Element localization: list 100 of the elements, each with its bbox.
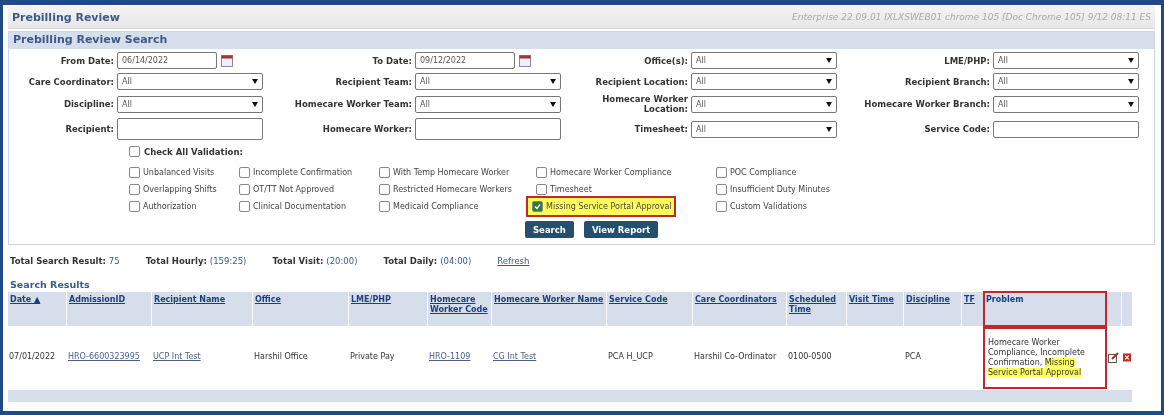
calendar-icon[interactable] (519, 54, 531, 67)
validation-checkbox[interactable]: Unbalanced Visits (129, 167, 215, 178)
field-label: Recipient: (64, 124, 114, 134)
field-label: Homecare Worker Team: (293, 99, 412, 109)
total-summary: Total Search Result: 75 (10, 256, 120, 266)
column-sort-link[interactable]: Scheduled Time (789, 295, 844, 315)
delete-icon[interactable] (1123, 351, 1131, 363)
total-summary: Total Hourly: (159:25) (145, 256, 247, 266)
validation-checkbox[interactable]: Medicaid Compliance (379, 201, 479, 212)
field-label: Recipient Team: (334, 76, 412, 87)
validation-checkbox[interactable]: Clinical Documentation (239, 201, 347, 212)
dropdown-arrow-icon (826, 126, 832, 132)
date-field[interactable]: 09/12/2022 (415, 52, 515, 69)
dropdown-arrow-icon (252, 101, 258, 107)
table-link[interactable]: HRO-1109 (429, 352, 471, 362)
edit-icon[interactable] (1108, 351, 1119, 363)
highlighted-checkbox[interactable]: Missing Service Portal Approval (528, 198, 674, 215)
column-sort-link[interactable]: Recipient Name (154, 295, 250, 305)
validation-checkbox[interactable]: Homecare Worker Compliance (536, 167, 672, 178)
table-cell-text: 0100-0500 (787, 351, 833, 363)
dropdown[interactable]: All (993, 95, 1139, 113)
header-background (1122, 292, 1132, 326)
field-label: From Date: (59, 55, 114, 66)
text-field[interactable] (993, 120, 1139, 138)
version-text: Enterprise 22.09.01 IXLXSWEB01 chrome 105 [Doc Chrome 105] 9/12 08:11 ES (792, 12, 1151, 22)
text-field[interactable] (117, 118, 263, 140)
total-summary: Total Visit: (20:00) (272, 256, 358, 266)
field-label: Homecare Worker: (321, 124, 412, 134)
column-sort-link[interactable]: TF (964, 295, 981, 305)
column-header: Problem (984, 292, 1106, 326)
table-link[interactable]: UCP Int Test (153, 352, 201, 362)
validation-checkbox[interactable]: Restricted Homecare Workers (379, 184, 512, 195)
dropdown-arrow-icon (1128, 101, 1134, 107)
dropdown-arrow-icon (1128, 79, 1134, 84)
field-label: Office(s): (643, 55, 688, 66)
dropdown[interactable]: All (993, 52, 1139, 69)
table-cell-text: Harshil Office (253, 351, 309, 363)
search-button[interactable]: Search (525, 221, 574, 238)
validation-checkbox[interactable]: POC Compliance (716, 167, 797, 178)
refresh-link[interactable]: Refresh (497, 256, 530, 266)
validation-checkbox[interactable]: Overlapping Shifts (129, 184, 217, 195)
table-cell-text: PCA H_UCP (607, 351, 654, 363)
checkmark-icon (534, 203, 541, 210)
validation-checkbox[interactable]: With Temp Homecare Worker (379, 167, 510, 178)
field-label: LME/PHP: (943, 55, 990, 66)
dropdown-arrow-icon (252, 79, 258, 84)
column-sort-link[interactable]: Office (255, 295, 346, 305)
window-title: Prebilling Review (12, 10, 120, 24)
field-label: To Date: (371, 55, 412, 66)
column-sort-link[interactable]: Service Code (609, 295, 690, 305)
dropdown-arrow-icon (826, 101, 832, 107)
field-label: Care Coordinator: (27, 76, 114, 87)
field-label: Recipient Location: (594, 76, 688, 87)
dropdown[interactable]: All (691, 52, 837, 69)
results-header: Search Results (9, 279, 91, 290)
column-sort-link[interactable]: Care Coordinators (695, 295, 784, 305)
dropdown[interactable]: All (117, 95, 263, 113)
table-link[interactable]: HRO-6600323995 (68, 352, 140, 362)
dropdown-arrow-icon (826, 79, 832, 84)
table-cell-text: PCA (904, 351, 922, 363)
column-sort-link[interactable]: Homecare Worker Name (494, 295, 604, 305)
column-sort-link[interactable]: Discipline (906, 295, 959, 305)
validation-checkbox[interactable]: Custom Validations (716, 201, 807, 212)
check-all-checkbox[interactable]: Check All Validation: (129, 146, 1154, 157)
dropdown[interactable]: All (415, 95, 561, 113)
field-label: Homecare Worker Branch: (863, 99, 990, 109)
validation-checkbox[interactable]: Authorization (129, 201, 197, 212)
view-report-button[interactable]: View Report (583, 221, 659, 238)
table-cell-text: Harshil Co-Ordinator (693, 351, 778, 363)
column-sort-link[interactable]: LME/PHP (351, 295, 425, 305)
column-sort-link[interactable]: Homecare Worker Code (430, 295, 489, 315)
column-sort-link[interactable]: Visit Time (849, 295, 901, 305)
column-sort-link[interactable]: AdmissionID (69, 295, 149, 305)
field-label: Recipient Branch: (903, 76, 990, 87)
validation-checkbox[interactable]: Timesheet (536, 184, 592, 195)
text-field[interactable] (415, 118, 561, 140)
dropdown[interactable]: All (415, 73, 561, 90)
validation-checkbox[interactable]: Incomplete Confirmation (239, 167, 353, 178)
dropdown[interactable]: All (691, 120, 837, 138)
dropdown-arrow-icon (826, 58, 832, 63)
validation-checkbox[interactable]: Insufficient Duty Minutes (716, 184, 830, 195)
dropdown-arrow-icon (550, 79, 556, 84)
date-field[interactable]: 06/14/2022 (117, 52, 217, 69)
field-label: Timesheet: (633, 124, 688, 134)
table-cell-text: 07/01/2022 (8, 351, 57, 363)
problem-cell: Homecare Worker Compliance, Incomplete Confirmation, Missing Service Portal Approval (984, 328, 1106, 388)
dropdown[interactable]: All (691, 95, 837, 113)
table-cell-text: Private Pay (349, 351, 396, 363)
field-label: Discipline: (62, 99, 114, 109)
dropdown[interactable]: All (117, 73, 263, 90)
validation-checkbox[interactable]: OT/TT Not Approved (239, 184, 334, 195)
section-header: Prebilling Review Search (9, 32, 1154, 49)
dropdown[interactable]: All (993, 73, 1139, 90)
dropdown-arrow-icon (550, 101, 556, 107)
field-label: Homecare Worker Location: (601, 94, 688, 114)
table-link[interactable]: CG Int Test (493, 352, 537, 362)
column-sort-link[interactable]: Date ▲ (10, 295, 64, 305)
calendar-icon[interactable] (221, 54, 233, 67)
total-summary: Total Daily: (04:00) (383, 256, 472, 266)
dropdown[interactable]: All (691, 73, 837, 90)
